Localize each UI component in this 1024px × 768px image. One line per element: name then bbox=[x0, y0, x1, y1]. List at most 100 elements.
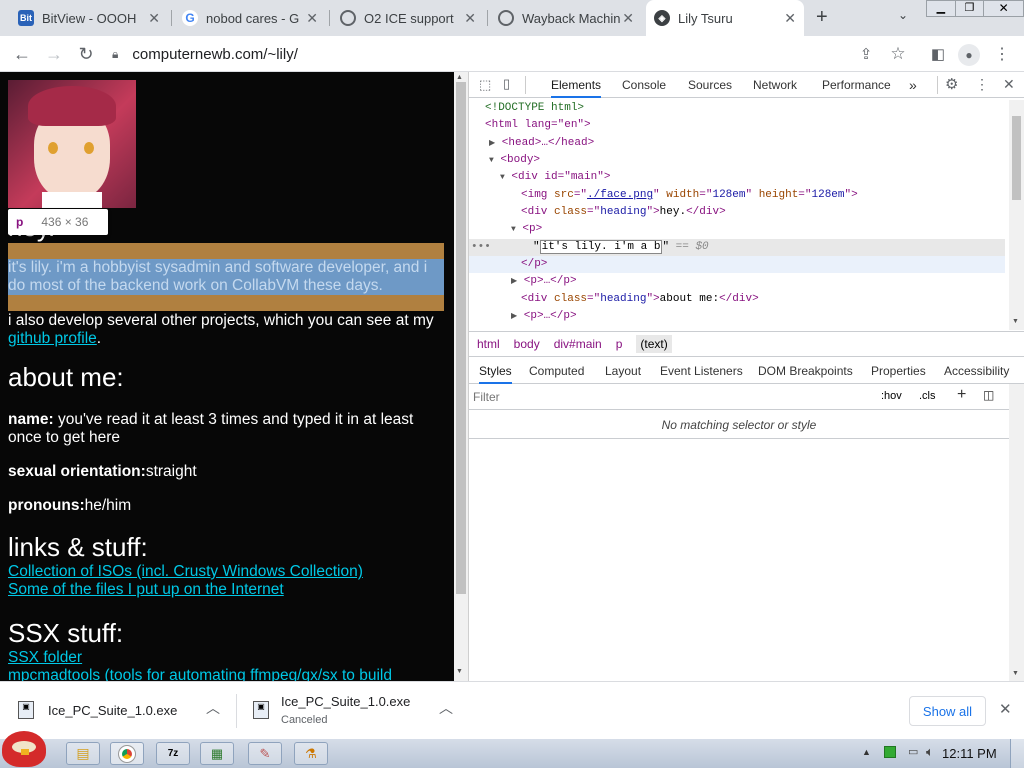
show-all-button[interactable]: Show all bbox=[909, 696, 986, 726]
tab-bitview[interactable]: Bit BitView - OOOH ✕ bbox=[10, 4, 168, 32]
inspect-element-icon[interactable]: ⬚ bbox=[479, 77, 491, 93]
close-icon[interactable]: ✕ bbox=[784, 10, 796, 27]
reload-icon[interactable]: ↻ bbox=[74, 42, 98, 66]
crumb-text[interactable]: (text) bbox=[636, 335, 672, 353]
paint-app-icon[interactable]: ✎ bbox=[248, 742, 282, 765]
show-desktop-button[interactable] bbox=[1010, 739, 1024, 768]
page-scrollbar-thumb[interactable] bbox=[456, 82, 466, 594]
side-panel-icon[interactable]: ◧ bbox=[926, 42, 950, 66]
share-icon[interactable]: ⇪ bbox=[854, 42, 878, 66]
forward-icon[interactable]: → bbox=[42, 42, 66, 66]
img-src-value[interactable]: ./face.png bbox=[587, 189, 653, 201]
download-item[interactable]: ▣ Ice_PC_Suite_1.0.exe ︿ bbox=[0, 682, 236, 739]
tab-lily-tsuru[interactable]: ◈ Lily Tsuru ✕ bbox=[646, 0, 804, 36]
tray-expand-icon[interactable]: ▲ bbox=[862, 747, 871, 757]
close-icon[interactable]: ✕ bbox=[622, 10, 634, 27]
dom-row-ellipsis-icon[interactable]: ••• bbox=[471, 239, 491, 256]
download-item[interactable]: ▣ Ice_PC_Suite_1.0.exe Canceled ︿ bbox=[237, 682, 469, 739]
profile-avatar[interactable]: ● bbox=[958, 44, 980, 66]
window-controls: ▁ ❐ ✕ bbox=[926, 0, 1024, 17]
styles-filter-input[interactable] bbox=[473, 387, 869, 407]
crumb-p[interactable]: p bbox=[616, 337, 623, 351]
window-close-icon[interactable]: ✕ bbox=[983, 1, 1023, 16]
hov-toggle[interactable]: :hov bbox=[881, 390, 902, 402]
settings-gear-icon[interactable]: ⚙ bbox=[945, 75, 958, 93]
dom-p-collapsed[interactable]: ▶ <p>…</p> bbox=[511, 273, 577, 290]
dom-img[interactable]: <img src="./face.png" width="128em" heig… bbox=[521, 187, 858, 204]
address-bar[interactable]: 🔒︎ computernewb.com/~lily/ bbox=[112, 40, 824, 68]
close-downloads-icon[interactable]: ✕ bbox=[999, 700, 1012, 718]
restore-icon[interactable]: ❐ bbox=[954, 1, 984, 16]
chevron-up-icon[interactable]: ︿ bbox=[206, 698, 220, 718]
dom-div-main[interactable]: ▼ <div id="main"> bbox=[500, 169, 610, 186]
dom-p-close[interactable]: </p> bbox=[521, 256, 547, 273]
device-toolbar-icon[interactable]: ▯ bbox=[503, 76, 510, 92]
dom-text-editor[interactable]: it's lily. i'm a b bbox=[539, 240, 663, 254]
subtab-layout[interactable]: Layout bbox=[605, 358, 641, 384]
devtools-menu-icon[interactable]: ⋮ bbox=[975, 76, 989, 93]
dom-body[interactable]: ▼ <body> bbox=[489, 152, 540, 169]
close-icon[interactable]: ✕ bbox=[148, 10, 160, 27]
tab-search-icon[interactable]: ⌄ bbox=[898, 8, 908, 22]
dom-html[interactable]: <html lang="en"> bbox=[485, 117, 591, 134]
tab-sources[interactable]: Sources bbox=[688, 72, 732, 98]
dom-scrollbar-thumb[interactable] bbox=[1012, 116, 1021, 200]
close-icon[interactable]: ✕ bbox=[306, 10, 318, 27]
subtab-computed[interactable]: Computed bbox=[529, 358, 584, 384]
github-profile-link[interactable]: github profile bbox=[8, 330, 97, 347]
styles-scrollbar[interactable]: ▼ bbox=[1009, 384, 1024, 681]
dom-div-heading[interactable]: <div class="heading">hey.</div> bbox=[521, 204, 726, 221]
page-scrollbar[interactable]: ▲ ▼ bbox=[454, 72, 468, 681]
subtab-styles[interactable]: Styles bbox=[479, 358, 512, 384]
tab-google[interactable]: G nobod cares - G ✕ bbox=[174, 4, 326, 32]
subtab-dom-breakpoints[interactable]: DOM Breakpoints bbox=[758, 358, 853, 384]
dom-tree: <!DOCTYPE html> <html lang="en"> ▶ <head… bbox=[469, 100, 1009, 330]
7zip-icon[interactable]: 7z bbox=[156, 742, 190, 765]
new-tab-icon[interactable]: + bbox=[816, 6, 828, 29]
tab-title: nobod cares - G bbox=[206, 10, 300, 26]
minimize-icon[interactable]: ▁ bbox=[927, 1, 955, 16]
more-tabs-icon[interactable]: » bbox=[909, 72, 917, 98]
bookmark-star-icon[interactable]: ☆ bbox=[886, 42, 910, 66]
dom-text-node[interactable]: " it's lily. i'm a b " == $0 bbox=[533, 239, 709, 256]
crumb-html[interactable]: html bbox=[477, 337, 500, 351]
dom-head[interactable]: ▶ <head>…</head> bbox=[489, 135, 594, 152]
site-icon: ◈ bbox=[654, 10, 670, 26]
back-icon[interactable]: ← bbox=[10, 42, 34, 66]
subtab-event-listeners[interactable]: Event Listeners bbox=[660, 358, 743, 384]
tab-console[interactable]: Console bbox=[622, 72, 666, 98]
tab-performance[interactable]: Performance bbox=[822, 72, 891, 98]
tab-elements[interactable]: Elements bbox=[551, 72, 602, 98]
subtab-accessibility[interactable]: Accessibility bbox=[944, 358, 1009, 384]
menu-kebab-icon[interactable]: ⋮ bbox=[990, 42, 1014, 66]
devtools-close-icon[interactable]: ✕ bbox=[1003, 76, 1015, 93]
new-rule-icon[interactable]: + bbox=[957, 386, 966, 404]
crumb-div-main[interactable]: div#main bbox=[554, 337, 602, 351]
tray-network-icon[interactable]: ▭ bbox=[908, 745, 918, 758]
dom-p-open[interactable]: ▼ <p> bbox=[511, 221, 542, 238]
monitor-app-icon[interactable]: ▦ bbox=[200, 742, 234, 765]
dom-p-collapsed-2[interactable]: ▶ <p>…</p> bbox=[511, 308, 577, 325]
tray-battery-icon[interactable] bbox=[884, 746, 896, 758]
subtab-properties[interactable]: Properties bbox=[871, 358, 926, 384]
chevron-up-icon[interactable]: ︿ bbox=[439, 698, 453, 718]
chrome-taskbar-icon[interactable] bbox=[110, 742, 144, 765]
isos-link[interactable]: Collection of ISOs (incl. Crusty Windows… bbox=[8, 563, 363, 581]
dom-div-about[interactable]: <div class="heading">about me:</div> bbox=[521, 291, 759, 308]
computed-sidebar-icon[interactable]: ◫ bbox=[983, 388, 994, 402]
files-link[interactable]: Some of the files I put up on the Intern… bbox=[8, 581, 284, 599]
start-button-angry-bird-icon[interactable] bbox=[2, 731, 46, 767]
dom-scrollbar[interactable]: ▼ bbox=[1009, 100, 1024, 330]
ssx-folder-link[interactable]: SSX folder bbox=[8, 649, 82, 667]
tray-volume-icon[interactable]: 🔈︎ bbox=[926, 744, 934, 760]
explorer-folder-icon[interactable]: ▤ bbox=[66, 742, 100, 765]
installer-app-icon[interactable]: ⚗ bbox=[294, 742, 328, 765]
tab-network[interactable]: Network bbox=[753, 72, 797, 98]
crumb-body[interactable]: body bbox=[514, 337, 540, 351]
cls-toggle[interactable]: .cls bbox=[919, 390, 936, 402]
close-icon[interactable]: ✕ bbox=[464, 10, 476, 27]
tab-wayback[interactable]: Wayback Machin ✕ bbox=[490, 4, 642, 32]
tab-o2-ice[interactable]: O2 ICE support ✕ bbox=[332, 4, 484, 32]
taskbar-clock[interactable]: 12:11 PM bbox=[942, 746, 997, 761]
mpcmadtools-link[interactable]: mpcmadtools (tools for automating ffmpeg… bbox=[8, 667, 392, 681]
